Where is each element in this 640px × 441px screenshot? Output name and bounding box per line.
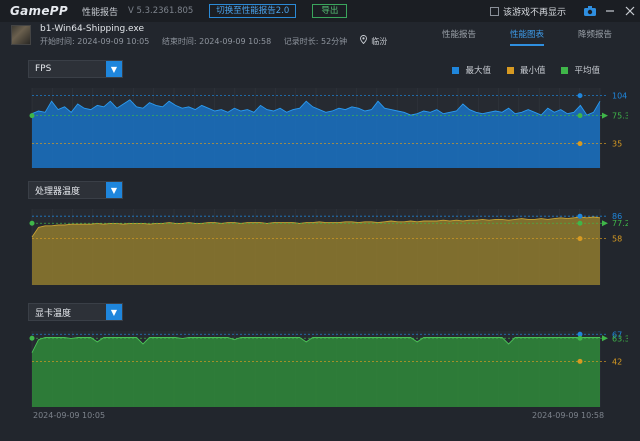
avg-start-marker <box>29 335 35 341</box>
cpu-temp-chart: 8677.258 <box>29 209 628 285</box>
app-logo: GamePP <box>10 4 68 18</box>
min-marker <box>577 358 583 364</box>
min-marker <box>577 141 583 147</box>
series-area <box>32 337 600 407</box>
window-title: 性能报告 <box>81 7 118 18</box>
min-value-label: 58 <box>612 235 622 244</box>
camera-icon[interactable] <box>580 0 600 22</box>
time-axis-end: 2024-09-09 10:58 <box>532 411 605 420</box>
min-value-label: 35 <box>612 140 622 149</box>
avg-pointer-icon <box>602 335 608 342</box>
fps-dropdown-label: FPS <box>35 64 52 74</box>
switch-report-button[interactable]: 切换至性能报告2.0 <box>209 4 297 18</box>
location-label: 临汾 <box>371 37 388 46</box>
legend-min: 最小值 <box>506 64 546 76</box>
legend-avg-swatch <box>561 66 569 74</box>
cpu-temp-dropdown-label: 处理器温度 <box>35 186 81 197</box>
gpu-temp-chart: 6763.342 <box>29 330 628 407</box>
chevron-down-icon: ▼ <box>106 182 122 198</box>
session-info-bar: b1-Win64-Shipping.exe 开始时间: 2024-09-09 1… <box>0 22 640 48</box>
hide-game-checkbox[interactable] <box>489 6 499 16</box>
legend-avg: 平均值 <box>561 64 600 76</box>
legend-max-label: 最大值 <box>465 66 491 76</box>
title-bar-controls: 该游戏不再显示 <box>489 0 640 22</box>
legend-max: 最大值 <box>452 64 491 76</box>
cpu-temp-metric-dropdown[interactable]: 处理器温度 ▼ <box>28 181 123 199</box>
chevron-down-icon: ▼ <box>106 304 122 320</box>
legend-max-swatch <box>452 66 460 74</box>
tab-performance-report[interactable]: 性能报告 <box>442 28 476 46</box>
fps-panel: FPS ▼ 最大值 最小值 平均值 104 75.3 35 <box>28 60 640 170</box>
location-icon <box>359 35 370 46</box>
avg-value-label: 77.2 <box>612 219 628 228</box>
avg-start-marker <box>29 220 35 226</box>
fps-chart: 104 75.3 35 <box>29 88 628 168</box>
min-value-label: 42 <box>612 357 622 366</box>
start-time: 开始时间: 2024-09-09 10:05 <box>40 37 150 46</box>
fps-metric-dropdown[interactable]: FPS ▼ <box>28 60 123 78</box>
max-value-label: 104 <box>612 92 627 101</box>
game-thumbnail <box>11 25 31 45</box>
avg-pointer-icon <box>602 112 608 119</box>
close-icon[interactable] <box>620 0 640 22</box>
avg-marker <box>577 220 583 226</box>
hide-game-label: 该游戏不再显示 <box>502 7 566 18</box>
title-bar: GamePP 性能报告 V 5.3.2361.805 切换至性能报告2.0 导出… <box>0 0 640 22</box>
gpu-temp-metric-dropdown[interactable]: 显卡温度 ▼ <box>28 303 123 321</box>
session-meta: 开始时间: 2024-09-09 10:05 结束时间: 2024-09-09 … <box>40 35 397 47</box>
version-label: V 5.3.2361.805 <box>128 6 194 16</box>
series-area <box>32 217 600 285</box>
legend-avg-label: 平均值 <box>574 66 600 76</box>
chevron-down-icon: ▼ <box>106 61 122 77</box>
avg-pointer-icon <box>602 220 608 227</box>
tab-throttle-report[interactable]: 降频报告 <box>578 28 612 46</box>
gpu-temp-dropdown-label: 显卡温度 <box>35 308 72 319</box>
report-tabs: 性能报告 性能图表 降频报告 <box>408 28 612 46</box>
legend: 最大值 最小值 平均值 <box>436 64 600 76</box>
avg-value-label: 75.3 <box>612 112 628 121</box>
tab-performance-chart[interactable]: 性能图表 <box>509 28 544 46</box>
duration: 记录时长: 52分钟 <box>283 37 348 46</box>
legend-min-label: 最小值 <box>519 66 546 76</box>
end-time: 结束时间: 2024-09-09 10:58 <box>161 37 272 46</box>
avg-marker <box>577 335 583 341</box>
min-marker <box>577 236 583 242</box>
game-exe-name: b1-Win64-Shipping.exe <box>40 24 145 34</box>
avg-start-marker <box>29 113 35 119</box>
max-marker <box>577 213 583 219</box>
legend-min-swatch <box>506 66 514 74</box>
minimize-icon[interactable] <box>600 0 620 22</box>
avg-value-label: 63.3 <box>612 334 628 343</box>
gpu-temp-panel: 显卡温度 ▼ 67 63.3 42 <box>28 303 640 409</box>
max-marker <box>577 93 583 99</box>
cpu-temp-panel: 处理器温度 ▼ 86 77.2 58 <box>28 181 640 287</box>
time-axis-start: 2024-09-09 10:05 <box>33 411 106 420</box>
avg-marker <box>577 113 583 119</box>
export-button[interactable]: 导出 <box>312 4 348 18</box>
